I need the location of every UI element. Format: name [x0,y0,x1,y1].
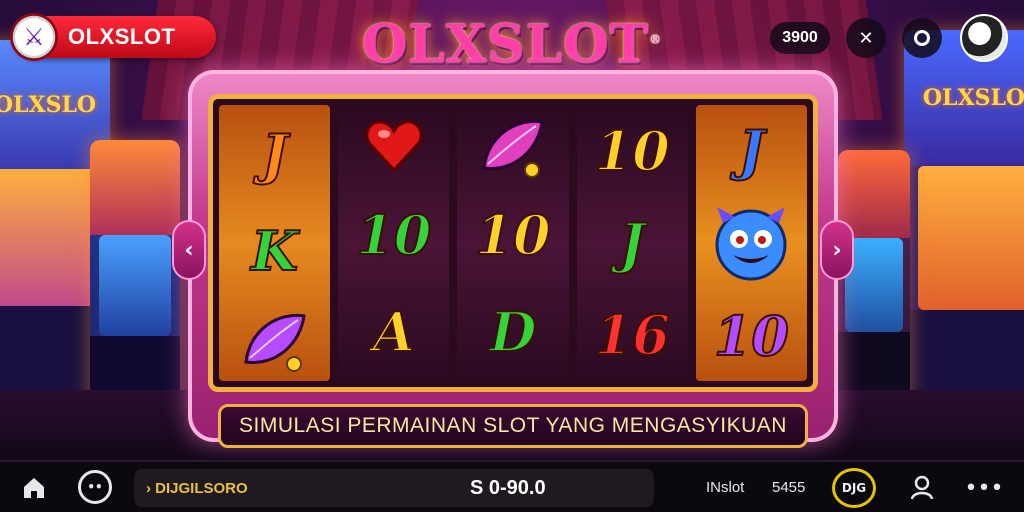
arcade-cabinet-right: OLXSLO [904,30,1024,430]
credit-display[interactable]: 3900 [770,22,830,54]
spin-button[interactable]: DJG [832,468,876,508]
game-menu-bar[interactable]: › DIJGILSORO S 0-90.0 [134,469,654,507]
chevron-right-icon: › [832,237,842,263]
number-10-icon: 10 [355,202,432,267]
more-button[interactable]: ••• [964,470,1004,506]
reel-4: 10 J 16 [576,105,688,381]
settings-button[interactable] [902,18,942,58]
letter-j-icon: J [261,121,289,186]
shuffle-icon: ✕ [858,27,874,49]
letter-k-icon: K [250,218,299,283]
number-16-icon: 16 [594,303,671,367]
credit-value: 3900 [782,29,818,46]
slot-machine: JK 10 A 10 D 10 J 16 J 10 ‹ › SIMULASI PERMAI… [172,70,854,448]
reel-5: J 10 [695,105,808,381]
chevron-left-icon: ‹ [184,237,194,263]
menu-label: › DIJGILSORO [146,479,248,497]
home-button[interactable] [16,470,52,506]
arcade-cabinet-right-2 [838,150,910,410]
trademark-mark: ® [649,32,663,47]
reel-3: 10 D [457,105,569,381]
letter-a-icon: A [372,300,416,365]
shuffle-button[interactable]: ✕ [846,18,886,58]
reel-1: JK [219,105,331,381]
pink-leaf-icon [478,114,548,178]
next-arrow-button[interactable]: › [820,220,854,280]
status-label: INslot [706,479,745,496]
game-title-text: OLXSLOT [361,14,650,75]
bet-amount: S 0-90.0 [470,476,546,499]
chat-button[interactable]: •• [78,470,112,504]
heart-icon [362,114,426,178]
count-value: 5455 [772,479,806,496]
user-icon [910,475,934,500]
number-10-icon: 10 [474,202,551,267]
spin-label: DJG [841,481,867,495]
letter-j-icon: J [738,118,766,183]
ring-icon [914,30,930,46]
banner-text: SIMULASI PERMAINAN SLOT YANG MENGASYIKUA… [218,404,808,448]
user-avatar[interactable] [960,14,1008,62]
chat-icon: •• [87,480,103,494]
home-icon [24,478,44,498]
arcade-cabinet-left-2 [90,140,180,420]
more-dots-icon: ••• [964,475,1004,501]
profile-button[interactable] [904,470,940,506]
letter-d-icon: D [489,300,538,365]
number-10-icon: 10 [594,119,671,183]
purple-leaf-icon [240,308,310,373]
number-10-icon: 10 [713,303,790,368]
previous-arrow-button[interactable]: ‹ [172,220,206,280]
reel-2: 10 A [338,105,450,381]
reel-frame: JK 10 A 10 D 10 J 16 J 10 [208,94,818,392]
letter-j-icon: J [618,211,646,275]
bottom-bar: •• › DIJGILSORO S 0-90.0 INslot 5455 DJG… [0,460,1024,512]
blue-monster-icon [709,201,793,285]
